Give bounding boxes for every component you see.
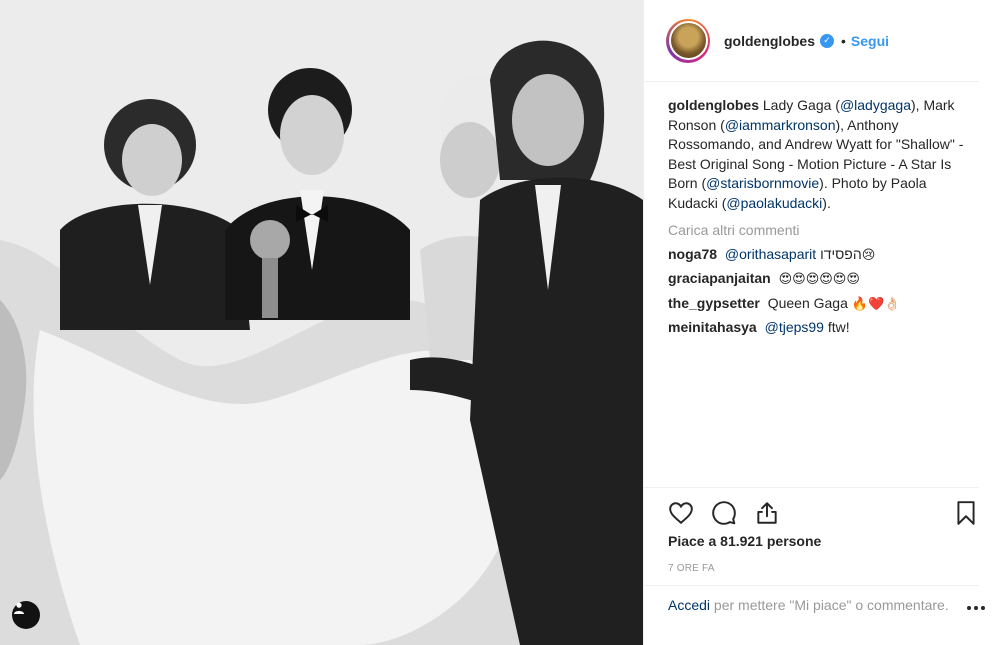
post-photo[interactable]	[0, 0, 643, 645]
post-side-panel: goldenglobes ✓ • Segui goldenglobes Lady…	[643, 0, 1000, 645]
comment-mention[interactable]: @orithasaparit	[725, 246, 816, 262]
heart-icon[interactable]	[668, 500, 694, 526]
comment-emoji: 🔥❤️👌🏻	[851, 296, 901, 312]
verified-badge-icon: ✓	[820, 33, 834, 48]
comment-text: ftw!	[827, 319, 850, 335]
comment-mention[interactable]: @tjeps99	[765, 319, 824, 335]
separator-dot: •	[841, 32, 846, 49]
comment-item: the_gypsetter Queen Gaga 🔥❤️👌🏻	[668, 294, 968, 315]
share-icon[interactable]	[754, 500, 780, 526]
caption-mention[interactable]: @starisbornmovie	[706, 175, 819, 191]
caption-mention[interactable]: @ladygaga	[840, 97, 911, 113]
comment-item: meinitahasya @tjeps99 ftw!	[668, 318, 968, 338]
comment-text: Queen Gaga	[767, 294, 848, 311]
more-options-icon[interactable]	[966, 605, 986, 611]
login-prompt: Accedi per mettere "Mi piace" o commenta…	[644, 585, 979, 645]
follow-button[interactable]: Segui	[851, 33, 889, 49]
comment-emoji: 😍😍😍😍😍😍	[778, 272, 860, 287]
action-bar	[644, 487, 979, 537]
comment-username[interactable]: noga78	[668, 246, 717, 262]
load-more-comments-button[interactable]: Carica altri commenti	[668, 221, 968, 241]
header-username[interactable]: goldenglobes	[724, 33, 815, 49]
bookmark-icon[interactable]	[953, 500, 979, 526]
comment-item: graciapanjaitan 😍😍😍😍😍😍	[668, 269, 968, 290]
comment-item: noga78 @orithasaparit הפסידו😢	[668, 245, 968, 266]
login-prompt-text: per mettere "Mi piace" o commentare.	[713, 597, 949, 613]
comment-username[interactable]: the_gypsetter	[668, 295, 760, 311]
caption-text: ).	[822, 194, 831, 211]
post-header: goldenglobes ✓ • Segui	[644, 0, 979, 82]
avatar[interactable]	[666, 18, 710, 63]
caption-username[interactable]: goldenglobes	[668, 97, 759, 113]
comment-username[interactable]: graciapanjaitan	[668, 270, 771, 286]
post-photo-illustration	[0, 0, 643, 645]
login-link[interactable]: Accedi	[668, 597, 710, 613]
caption-mention[interactable]: @iammarkronson	[725, 117, 836, 133]
user-tag-icon	[14, 602, 24, 614]
comments-section: goldenglobes Lady Gaga (@ladygaga), Mark…	[668, 96, 968, 338]
likes-count[interactable]: Piace a 81.921 persone	[668, 533, 821, 549]
comment-icon[interactable]	[711, 500, 737, 526]
comment-text: הפסידו	[820, 245, 862, 262]
caption: goldenglobes Lady Gaga (@ladygaga), Mark…	[668, 96, 968, 213]
caption-mention[interactable]: @paolakudacki	[726, 195, 822, 211]
post-timestamp[interactable]: 7 ORE FA	[668, 563, 715, 574]
caption-text: Lady Gaga (	[762, 97, 840, 113]
comment-emoji: 😢	[861, 247, 876, 263]
user-tag-button[interactable]	[12, 601, 40, 629]
avatar-image	[668, 21, 708, 60]
comment-username[interactable]: meinitahasya	[668, 319, 757, 335]
